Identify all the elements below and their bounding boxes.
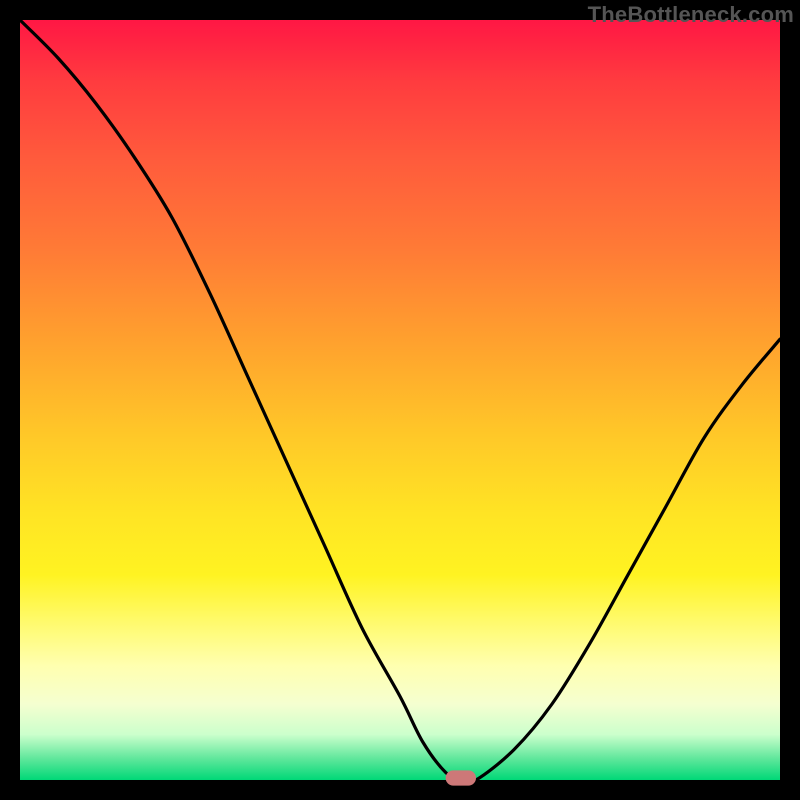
- optimal-marker: [446, 770, 476, 785]
- plot-area: [20, 20, 780, 780]
- bottleneck-curve: [20, 20, 780, 783]
- chart-frame: TheBottleneck.com: [0, 0, 800, 800]
- watermark-text: TheBottleneck.com: [588, 2, 794, 28]
- bottleneck-curve-svg: [20, 20, 780, 780]
